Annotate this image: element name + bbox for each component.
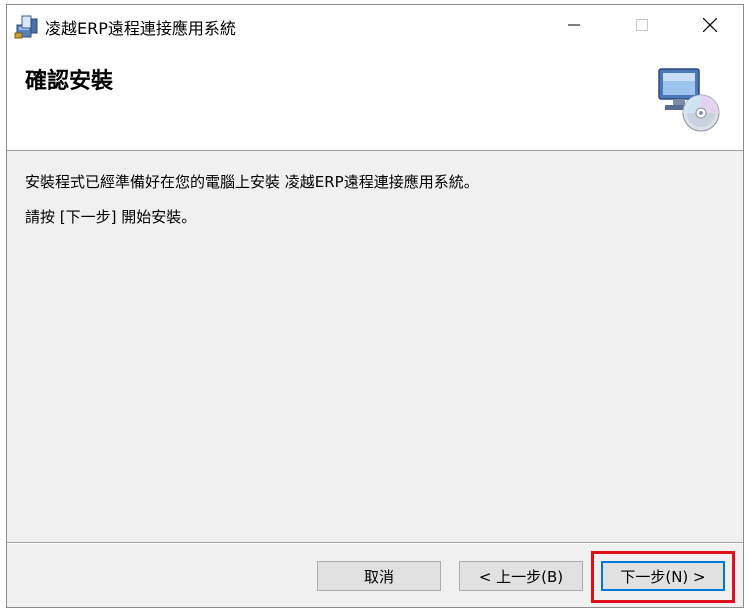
wizard-header: 確認安裝: [7, 45, 743, 151]
instruction-message: 請按 [下一步] 開始安裝。: [25, 208, 197, 226]
next-button[interactable]: 下一步(N) >: [601, 561, 725, 591]
back-button[interactable]: < 上一步(B): [459, 561, 583, 591]
wizard-content: 安裝程式已經準備好在您的電腦上安裝 凌越ERP遠程連接應用系統。 請按 [下一步…: [7, 151, 743, 541]
window-title: 凌越ERP遠程連接應用系統: [45, 19, 236, 38]
maximize-icon: [636, 19, 648, 31]
ready-message: 安裝程式已經準備好在您的電腦上安裝 凌越ERP遠程連接應用系統。: [25, 173, 479, 191]
footer-divider-highlight: [7, 543, 743, 544]
installer-app-icon: [14, 15, 38, 39]
minimize-icon: [568, 24, 580, 26]
title-bar: 凌越ERP遠程連接應用系統: [7, 5, 743, 45]
computer-cd-icon: [658, 68, 720, 132]
minimize-button[interactable]: [551, 5, 597, 45]
maximize-button[interactable]: [619, 5, 665, 45]
cancel-button[interactable]: 取消: [317, 561, 441, 591]
installer-window: 凌越ERP遠程連接應用系統 確認安裝 安裝程式已經準備好在您的電腦上安裝 凌越E…: [6, 4, 744, 608]
close-icon: [703, 18, 717, 32]
page-title: 確認安裝: [25, 69, 114, 94]
close-button[interactable]: [687, 5, 733, 45]
